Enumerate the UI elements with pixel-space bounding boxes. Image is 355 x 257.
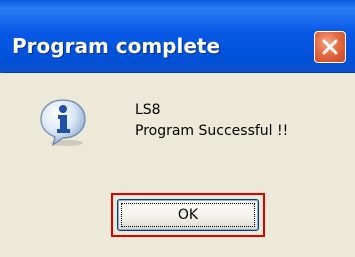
- message-line-status: Program Successful !!: [135, 123, 289, 139]
- message-text: LS8 Program Successful !!: [135, 100, 288, 142]
- ok-button-label: OK: [177, 207, 199, 223]
- window-title: Program complete: [12, 34, 221, 58]
- info-icon: [37, 96, 89, 148]
- close-button[interactable]: [314, 31, 346, 63]
- dialog-window: Program complete LS8 Program Successful …: [0, 0, 355, 257]
- ok-button[interactable]: OK: [117, 199, 259, 231]
- close-icon: [322, 39, 338, 55]
- title-bar[interactable]: Program complete: [0, 0, 355, 73]
- message-line-device: LS8: [135, 102, 161, 118]
